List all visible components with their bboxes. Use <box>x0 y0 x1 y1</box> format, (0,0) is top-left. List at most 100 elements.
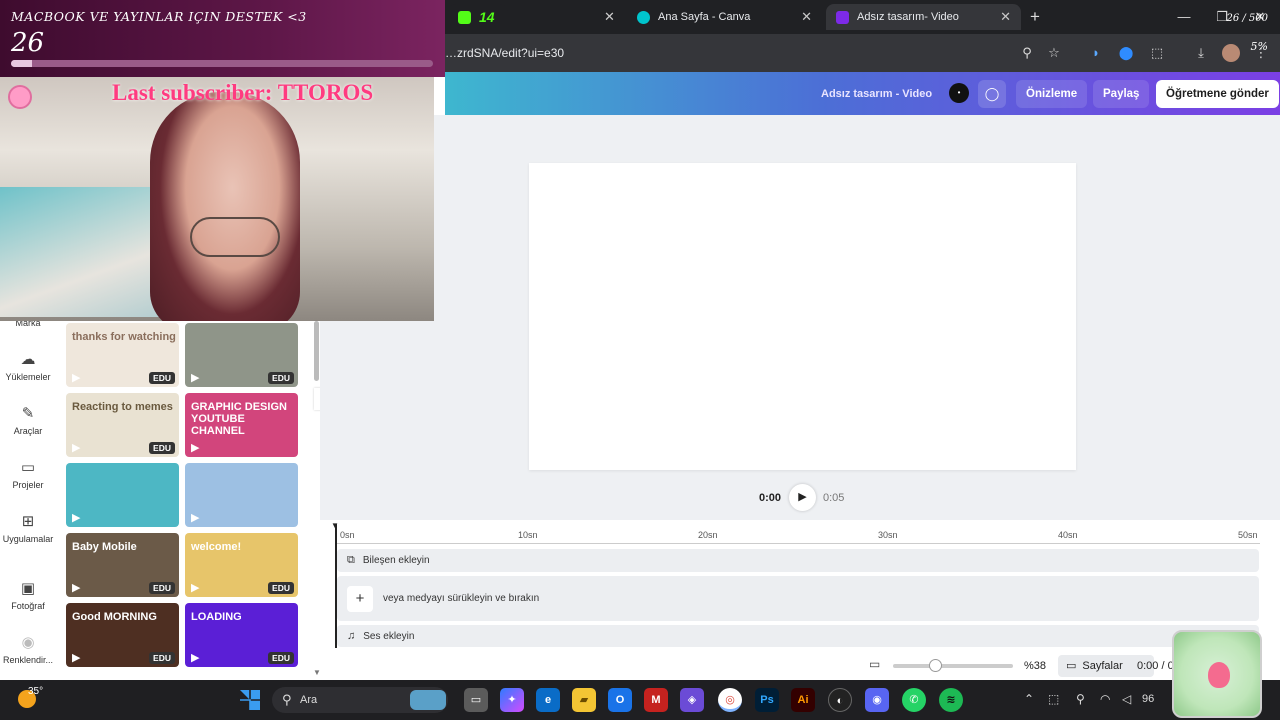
wifi-icon[interactable]: ◠ <box>1100 692 1110 706</box>
nav-apps[interactable]: ⊞ Uygulamalar <box>0 512 56 544</box>
edu-badge: EDU <box>149 582 175 594</box>
design-page[interactable] <box>529 163 1076 470</box>
zoom-search-icon[interactable]: ⚲ <box>1016 42 1038 64</box>
nav-colorize[interactable]: ◉ Renklendir... <box>0 633 56 665</box>
person-image <box>150 92 300 321</box>
gmail-icon[interactable]: M <box>644 688 668 712</box>
close-icon[interactable]: ✕ <box>1000 9 1011 25</box>
close-icon[interactable]: ✕ <box>604 9 615 25</box>
add-media-icon[interactable]: + <box>347 585 373 612</box>
add-audio-track[interactable]: ♫ Ses ekleyin <box>337 625 1259 647</box>
close-icon[interactable]: ✕ <box>801 9 812 25</box>
task-view-icon[interactable]: ▭ <box>464 688 488 712</box>
timeline-ruler <box>336 543 1260 544</box>
edu-badge: EDU <box>149 372 175 384</box>
playhead-marker-icon[interactable]: ▼ <box>331 521 339 530</box>
profile-avatar[interactable] <box>1222 44 1240 62</box>
template-thumbnail[interactable]: thanks for watching ▶ EDU <box>66 323 179 387</box>
panel-scrollbar[interactable] <box>314 321 319 381</box>
glasses-image <box>190 217 280 257</box>
photoshop-icon[interactable]: Ps <box>755 688 779 712</box>
edu-badge: EDU <box>149 442 175 454</box>
tray-chevron-icon[interactable]: ⌃ <box>1024 692 1034 706</box>
copilot-icon[interactable]: ✦ <box>500 688 524 712</box>
extension-audio-icon[interactable]: ◗ <box>1085 42 1107 64</box>
zoom-slider[interactable] <box>893 664 1013 668</box>
preview-button[interactable]: Önizleme <box>1016 80 1088 108</box>
tab-kick[interactable]: 14 <box>448 4 508 30</box>
thumbnail-text: Baby Mobile <box>72 541 137 553</box>
components-icon: ⧉ <box>347 554 355 566</box>
shazam-icon[interactable]: ⬤ <box>1115 42 1137 64</box>
nav-label: Projeler <box>12 480 44 490</box>
last-subscriber: Last subscriber: TTOROS <box>112 80 374 105</box>
weather-temp: 35° <box>28 686 44 697</box>
app-label: Ai <box>797 694 809 706</box>
minimize-icon[interactable]: — <box>1165 6 1203 28</box>
template-thumbnail[interactable]: Baby Mobile ▶ EDU <box>66 533 179 597</box>
ruler-tick: 40sn <box>1058 530 1078 540</box>
media-drop-track[interactable]: + veya medyayı sürükleyin ve bırakın <box>337 576 1259 621</box>
battery-text[interactable]: 96 <box>1142 693 1154 705</box>
chrome-icon[interactable]: ◎ <box>718 688 742 712</box>
template-thumbnail[interactable]: Reacting to memes ▶ EDU <box>66 393 179 457</box>
outlook-icon[interactable]: O <box>608 688 632 712</box>
illustrator-icon[interactable]: Ai <box>791 688 815 712</box>
canva-video-icon <box>836 10 849 24</box>
user-avatar[interactable]: • <box>949 83 969 103</box>
spotify-icon[interactable]: ≋ <box>939 688 963 712</box>
nav-uploads[interactable]: ☁ Yüklemeler <box>0 350 56 382</box>
obs-icon[interactable]: ◐ <box>828 688 852 712</box>
template-thumbnail[interactable]: ▶ EDU <box>185 323 298 387</box>
search-icon: ⚲ <box>282 692 292 707</box>
ruler-tick: 30sn <box>878 530 898 540</box>
fit-screen-icon[interactable]: ▭ <box>869 657 880 671</box>
template-thumbnail[interactable]: Good MORNING ▶ EDU <box>66 603 179 667</box>
play-button[interactable]: ▶ <box>789 484 816 511</box>
new-tab-icon[interactable]: + <box>1030 7 1040 27</box>
template-thumbnail[interactable]: ▶ <box>66 463 179 527</box>
tab-canva-home[interactable]: Ana Sayfa - Canva ✕ <box>627 4 822 30</box>
ruler-tick: 0sn <box>340 530 355 540</box>
search-placeholder: Ara <box>300 694 318 706</box>
share-button[interactable]: Paylaş <box>1093 80 1150 108</box>
playhead[interactable] <box>335 524 337 648</box>
goal-title: MACBOOK VE YAYINLAR IÇIN DESTEK <3 <box>11 9 307 24</box>
edu-badge: EDU <box>268 582 294 594</box>
bookmark-star-icon[interactable]: ☆ <box>1043 42 1065 64</box>
edge-icon[interactable]: e <box>536 688 560 712</box>
add-components-track[interactable]: ⧉ Bileşen ekleyin <box>337 549 1259 572</box>
nav-projects[interactable]: ▭ Projeler <box>0 458 56 490</box>
url-text[interactable]: …zrdSNA/edit?ui=e30 <box>445 46 564 60</box>
zoom-slider-handle[interactable] <box>929 659 942 672</box>
template-thumbnail[interactable]: GRAPHIC DESIGN YOUTUBE CHANNEL ▶ <box>185 393 298 457</box>
extensions-puzzle-icon[interactable]: ⬚ <box>1146 42 1168 64</box>
volume-icon[interactable]: ◁ <box>1122 692 1131 706</box>
design-title[interactable]: Adsız tasarım - Video <box>821 88 932 100</box>
bottom-time: 0:00 / 0 <box>1137 660 1174 672</box>
current-time: 0:00 <box>759 492 782 504</box>
send-to-teacher-button[interactable]: Öğretmene gönder <box>1156 80 1279 108</box>
template-thumbnail[interactable]: ▶ <box>185 463 298 527</box>
nav-tools[interactable]: ✎ Araçlar <box>0 404 56 436</box>
discord-icon[interactable]: ◉ <box>865 688 889 712</box>
whatsapp-icon[interactable]: ✆ <box>902 688 926 712</box>
nav-label: Araçlar <box>13 426 43 436</box>
download-icon[interactable]: ⤓ <box>1190 42 1212 64</box>
play-icon: ▶ <box>72 372 81 384</box>
template-thumbnail[interactable]: welcome! ▶ EDU <box>185 533 298 597</box>
play-icon: ▶ <box>72 442 81 454</box>
tab-design-video[interactable]: Adsız tasarım- Video ✕ <box>826 4 1021 30</box>
folder-icon: ▭ <box>20 459 36 476</box>
microphone-icon[interactable]: ⚲ <box>1076 692 1085 706</box>
comment-icon[interactable]: ◯ <box>978 80 1006 108</box>
nav-photos[interactable]: ▣ Fotoğraf <box>0 579 56 611</box>
ruler-tick: 20sn <box>698 530 718 540</box>
ruler-tick: 10sn <box>518 530 538 540</box>
template-thumbnail[interactable]: LOADING ▶ EDU <box>185 603 298 667</box>
app-icon[interactable]: ◈ <box>680 688 704 712</box>
nav-label: Fotoğraf <box>11 601 45 611</box>
pages-label: Sayfalar <box>1082 660 1123 672</box>
file-explorer-icon[interactable]: ▰ <box>572 688 596 712</box>
tray-app-icon[interactable]: ⬚ <box>1048 692 1059 706</box>
